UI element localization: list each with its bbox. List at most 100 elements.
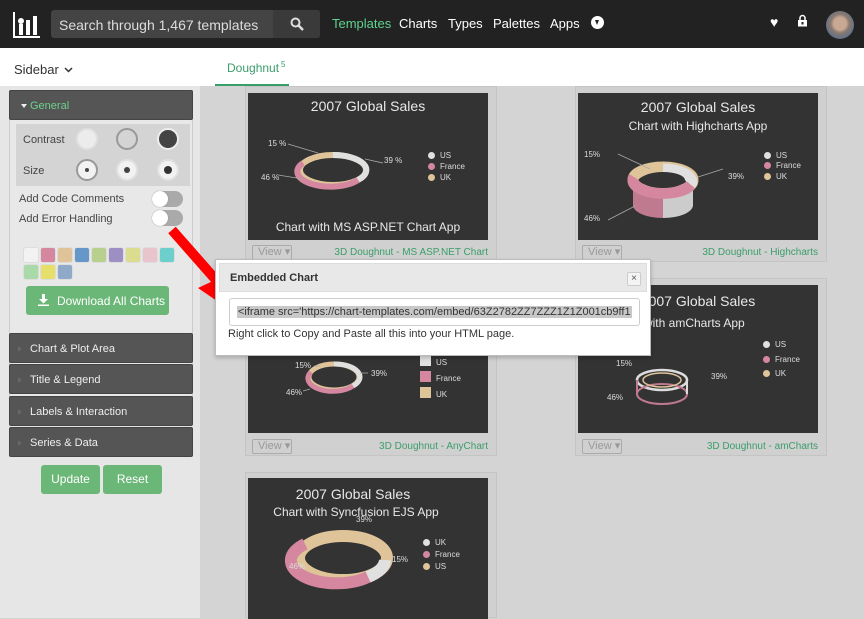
size-large-option[interactable] — [157, 159, 179, 181]
embed-code-text[interactable]: <iframe src='https://chart-templates.com… — [237, 306, 632, 318]
nav-types[interactable]: Types — [448, 16, 483, 31]
label-us: 39% — [728, 172, 745, 181]
legend-uk[interactable]: UK — [420, 387, 447, 399]
section-label: Chart & Plot Area — [30, 343, 115, 355]
label-uk: 39% — [356, 515, 373, 524]
download-icon — [38, 294, 49, 306]
download-icon[interactable] — [591, 16, 604, 29]
legend-uk[interactable]: UK — [763, 369, 786, 378]
template-card[interactable]: 2007 Global Sales Chart with Highcharts … — [575, 86, 827, 262]
view-dropdown[interactable]: View ▾ — [582, 245, 622, 260]
heart-icon[interactable]: ♥ — [770, 14, 778, 30]
section-general[interactable]: General — [9, 90, 193, 120]
chevron-down-icon — [64, 67, 73, 73]
user-avatar[interactable] — [826, 11, 854, 39]
contrast-label: Contrast — [23, 134, 65, 146]
palette-swatch[interactable] — [23, 264, 39, 280]
size-small-option[interactable] — [76, 159, 98, 181]
view-dropdown[interactable]: View ▾ — [582, 439, 622, 454]
search-bar[interactable]: Search through 1,467 templates — [51, 10, 320, 38]
caret-right-icon — [18, 346, 22, 352]
lock-icon[interactable] — [797, 14, 808, 27]
palette-swatch[interactable] — [57, 264, 73, 280]
palette-swatch[interactable] — [40, 247, 56, 263]
chart-preview[interactable]: 2007 Global Sales Chart with Highcharts … — [578, 93, 818, 240]
legend-uk[interactable]: UK — [428, 173, 451, 182]
palette-swatch[interactable] — [23, 247, 39, 263]
chart-preview[interactable]: 2007 Global Sales 15 % 39 % 46 % US Fran… — [248, 93, 488, 240]
download-all-charts-label: Download All Charts — [57, 294, 166, 308]
nav-palettes[interactable]: Palettes — [493, 16, 540, 31]
palette-swatch[interactable] — [125, 247, 141, 263]
template-card[interactable]: 2007 Global Sales Chart with Syncfusion … — [245, 472, 497, 619]
label-us: 15% — [392, 555, 409, 564]
legend-france[interactable]: France — [763, 355, 800, 364]
download-all-charts-button[interactable]: Download All Charts — [26, 286, 169, 315]
legend-uk[interactable]: UK — [423, 538, 446, 547]
card-link[interactable]: 3D Doughnut - AnyChart — [379, 441, 488, 452]
top-navbar: Search through 1,467 templates Templates… — [0, 0, 864, 48]
search-button[interactable] — [273, 10, 320, 38]
card-link[interactable]: 3D Doughnut - MS ASP.NET Chart — [334, 247, 488, 258]
label-france: 46% — [584, 214, 601, 223]
section-labels-interaction[interactable]: Labels & Interaction — [9, 396, 193, 426]
legend-us[interactable]: US — [764, 151, 787, 160]
caret-right-icon — [18, 409, 22, 415]
contrast-dark-option[interactable] — [157, 128, 179, 150]
section-title-legend[interactable]: Title & Legend — [9, 364, 193, 394]
legend-france[interactable]: France — [428, 162, 465, 171]
legend-uk[interactable]: UK — [764, 172, 787, 181]
label-us: 39% — [711, 372, 728, 381]
search-input[interactable]: Search through 1,467 templates — [59, 17, 258, 33]
dialog-title: Embedded Chart — [230, 272, 319, 284]
reset-button[interactable]: Reset — [103, 465, 162, 494]
template-card[interactable]: 2007 Global Sales 15 % 39 % 46 % US Fran… — [245, 86, 497, 262]
logo-icon[interactable] — [12, 10, 41, 38]
sidebar-toggle[interactable]: Sidebar — [14, 62, 73, 77]
section-label: Series & Data — [30, 437, 98, 449]
palette-swatch[interactable] — [57, 247, 73, 263]
palette-swatch[interactable] — [91, 247, 107, 263]
caret-down-icon — [21, 104, 27, 108]
legend-us[interactable]: US — [423, 562, 446, 571]
legend-france[interactable]: France — [764, 161, 801, 170]
contrast-medium-option[interactable] — [116, 128, 138, 150]
section-series-data[interactable]: Series & Data — [9, 427, 193, 457]
legend-us[interactable]: US — [428, 151, 451, 160]
nav-apps[interactable]: Apps — [550, 16, 580, 31]
palette-swatch[interactable] — [159, 247, 175, 263]
doughnut-chart — [284, 530, 393, 590]
card-link[interactable]: 3D Doughnut - Highcharts — [702, 247, 818, 258]
legend-us[interactable]: US — [763, 340, 786, 349]
view-dropdown[interactable]: View ▾ — [252, 245, 292, 260]
close-icon[interactable]: × — [627, 272, 641, 286]
add-error-handling-label: Add Error Handling — [19, 213, 113, 225]
contrast-light-option[interactable] — [76, 128, 98, 150]
legend-france[interactable]: France — [420, 371, 461, 383]
slice-us — [332, 151, 370, 183]
view-dropdown[interactable]: View ▾ — [252, 439, 292, 454]
legend-us[interactable]: US — [420, 355, 447, 367]
nav-charts[interactable]: Charts — [399, 16, 437, 31]
tab-doughnut[interactable]: Doughnut 5 — [215, 48, 289, 86]
label-uk: 15% — [616, 359, 633, 368]
section-general-label: General — [30, 100, 70, 112]
palette-swatch[interactable] — [40, 264, 56, 280]
embedded-chart-dialog: Embedded Chart × <iframe src='https://ch… — [215, 259, 651, 356]
section-chart-plot-area[interactable]: Chart & Plot Area — [9, 333, 193, 363]
card-link[interactable]: 3D Doughnut - amCharts — [707, 441, 818, 452]
dialog-header: Embedded Chart × — [219, 263, 647, 292]
label-uk: 15% — [295, 361, 312, 370]
embed-code-input[interactable]: <iframe src='https://chart-templates.com… — [229, 298, 640, 326]
add-code-comments-toggle[interactable] — [152, 191, 183, 207]
palette-swatch[interactable] — [108, 247, 124, 263]
label-france: 46% — [289, 562, 306, 571]
legend-france[interactable]: France — [423, 550, 460, 559]
palette-swatch[interactable] — [142, 247, 158, 263]
search-icon — [290, 17, 304, 31]
palette-swatch[interactable] — [74, 247, 90, 263]
update-button[interactable]: Update — [41, 465, 100, 494]
size-medium-option[interactable] — [116, 159, 138, 181]
nav-templates[interactable]: Templates — [332, 16, 391, 31]
chart-preview[interactable]: 2007 Global Sales Chart with Syncfusion … — [248, 478, 488, 619]
